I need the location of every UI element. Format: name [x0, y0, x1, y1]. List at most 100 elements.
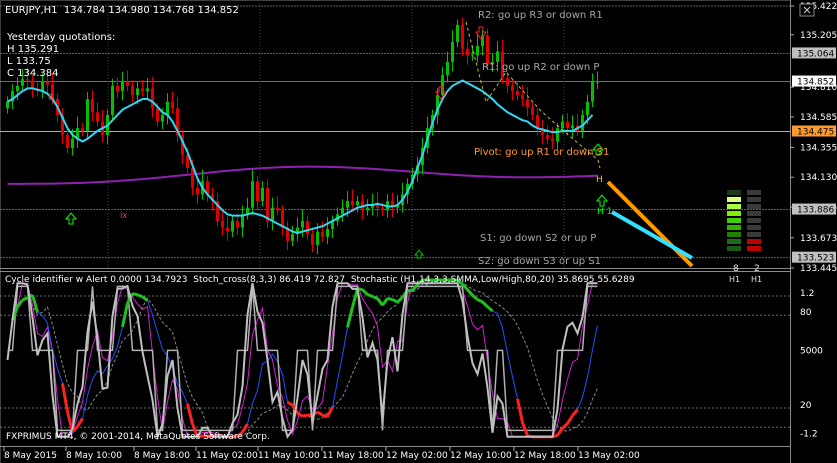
meter-bar-right	[747, 246, 761, 251]
time-tick-label: 8 May 18:00	[134, 451, 190, 461]
price-tick-label: 134.130	[800, 173, 837, 183]
candle-body	[496, 51, 499, 62]
candle-body	[231, 220, 234, 232]
candle-body	[461, 24, 464, 49]
candle-body	[301, 220, 304, 228]
candle-body	[261, 187, 264, 202]
candle-body	[91, 99, 94, 113]
candle-body	[531, 106, 534, 115]
meter-right-tf: H1	[751, 275, 763, 284]
candle-body	[196, 187, 199, 195]
candle-body	[71, 138, 74, 149]
stoch-extreme-segment	[387, 296, 393, 301]
candle-body	[471, 55, 474, 57]
pivot-label-s1: S1: go down S2 or up P	[480, 233, 597, 244]
meter-bar-right	[747, 225, 761, 230]
candle-body	[486, 35, 489, 65]
candle-body	[341, 207, 344, 215]
pivot-label-r1: R1: go up R2 or down P	[482, 62, 600, 73]
candle-body	[586, 101, 589, 115]
candle-body	[366, 207, 369, 211]
indicator-tick-label: 80	[800, 308, 812, 318]
candle-body	[581, 114, 584, 131]
meter-bar-right	[747, 232, 761, 237]
stoch-extreme-segment	[136, 293, 144, 299]
candle-body	[561, 121, 564, 129]
meter-bar-left	[727, 190, 741, 195]
candle-body	[191, 167, 194, 188]
candle-body	[116, 85, 119, 92]
candle-body	[26, 79, 29, 81]
stoch-extreme-segment	[476, 298, 484, 304]
candle-body	[556, 128, 559, 142]
price-tick-label: 134.585	[800, 113, 837, 123]
meter-bar-right	[747, 197, 761, 202]
fractal-mark: ⅸ	[120, 211, 128, 221]
fractal-mark: 8	[48, 93, 54, 103]
meter-bar-left	[727, 197, 741, 202]
meter-bar-right	[747, 211, 761, 216]
candle-body	[96, 112, 99, 122]
candle-body	[456, 24, 459, 43]
price-marker-label: 133.523	[797, 254, 834, 264]
meter-left-tf: H1	[729, 275, 741, 284]
chart-background	[0, 0, 837, 463]
candle-body	[551, 138, 554, 142]
price-tick-label: 133.445	[800, 264, 837, 274]
candle-body	[466, 48, 469, 56]
time-tick-label: 11 May 02:00	[196, 451, 258, 461]
candle-body	[316, 231, 319, 245]
indicator-tick-label: -1.2	[800, 430, 818, 440]
copyright-text: FXPRIMUS MT4, © 2001-2014, MetaQuotes So…	[6, 432, 270, 442]
yesterday-high: H 135.291	[7, 44, 60, 55]
price-tick-label: 135.205	[800, 31, 837, 41]
pivot-label-pivot: Pivot: go up R1 or down S1	[474, 147, 610, 158]
price-marker-label: 134.852	[797, 78, 834, 88]
price-marker-label: 133.886	[797, 206, 834, 216]
yesterday-close: C 134.384	[7, 68, 59, 79]
candle-body	[166, 101, 169, 115]
candle-body	[326, 228, 329, 237]
candle-body	[271, 207, 274, 221]
candle-body	[346, 201, 349, 208]
candle-body	[131, 85, 134, 96]
candle-body	[41, 81, 44, 92]
candle-body	[126, 81, 129, 86]
meter-bar-left	[727, 246, 741, 251]
candle-body	[591, 81, 594, 102]
chart-canvas[interactable]: 8 ⅸ 135.422135.205134.810134.585134.3551…	[0, 0, 837, 463]
candle-body	[516, 91, 519, 96]
candle-body	[596, 81, 599, 83]
price-marker-label: 135.064	[797, 49, 834, 59]
meter-bar-right	[747, 204, 761, 209]
candle-body	[566, 121, 569, 129]
time-tick-label: 11 May 18:00	[322, 451, 384, 461]
stoch-extreme-segment	[302, 413, 308, 418]
candle-body	[511, 85, 514, 92]
yesterday-label: Yesterday quotations:	[7, 32, 116, 43]
candle-body	[121, 81, 124, 92]
candle-body	[156, 108, 159, 122]
candle-body	[536, 114, 539, 129]
candle-body	[291, 234, 294, 241]
candle-body	[31, 80, 34, 89]
time-tick-label: 12 May 10:00	[450, 451, 512, 461]
meter-bar-left	[727, 218, 741, 223]
candle-body	[226, 227, 229, 232]
price-tick-label: 134.355	[800, 143, 837, 153]
candle-body	[446, 61, 449, 76]
candle-body	[251, 181, 254, 208]
yesterday-low: L 133.75	[7, 56, 51, 67]
candle-body	[46, 81, 49, 85]
candle-body	[66, 134, 69, 149]
candle-body	[141, 88, 144, 92]
meter-bar-right	[747, 218, 761, 223]
meter-bar-left	[727, 211, 741, 216]
meter-bar-left	[727, 239, 741, 244]
time-tick-label: 8 May 10:00	[66, 451, 122, 461]
candle-body	[81, 128, 84, 131]
stoch-extreme-segment	[371, 295, 379, 300]
time-tick-label: 12 May 02:00	[386, 451, 448, 461]
candle-body	[351, 201, 354, 206]
stoch-extreme-segment	[132, 292, 138, 297]
